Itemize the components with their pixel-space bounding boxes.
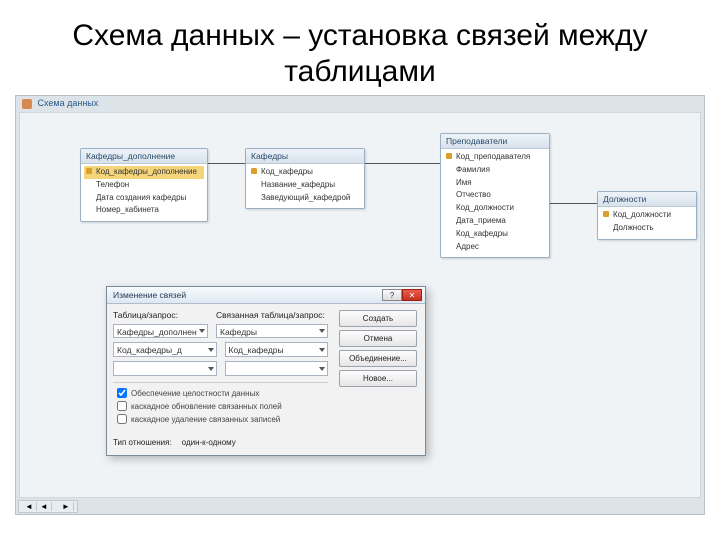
field[interactable]: Дата_приема [444, 215, 546, 228]
field[interactable]: Адрес [444, 241, 546, 254]
dialog-titlebar[interactable]: Изменение связей ? ✕ [107, 287, 425, 304]
field[interactable]: Должность [601, 222, 693, 235]
rel-type-label: Тип отношения: [113, 438, 172, 447]
field-pk[interactable]: Код_должности [601, 209, 693, 222]
field[interactable]: Номер_кабинета [84, 204, 204, 217]
table-title: Должности [598, 192, 696, 207]
relationships-icon [22, 99, 32, 109]
map-empty[interactable]: . [225, 361, 329, 376]
close-button[interactable]: ✕ [402, 289, 422, 301]
workspace-title: Схема данных [22, 98, 98, 109]
map-right-field[interactable]: Код_кафедры [225, 342, 329, 357]
create-button[interactable]: Создать [339, 310, 417, 327]
label-related: Связанная таблица/запрос: [216, 310, 328, 320]
map-empty[interactable]: . [113, 361, 217, 376]
field[interactable]: Заведующий_кафедрой [249, 192, 361, 205]
left-table-combo[interactable]: Кафедры_дополнен [113, 324, 208, 338]
field[interactable]: Имя [444, 177, 546, 190]
chk-cascade-delete[interactable]: каскадное удаление связанных записей [117, 414, 324, 424]
chk-integrity-input[interactable] [117, 388, 127, 398]
table-box[interactable]: Кафедры Код_кафедры Название_кафедры Зав… [245, 148, 365, 209]
table-title: Преподаватели [441, 134, 549, 149]
chk-integrity[interactable]: Обеспечение целостности данных [117, 388, 324, 398]
label-table-query: Таблица/запрос: [113, 310, 208, 320]
field[interactable]: Код_должности [444, 202, 546, 215]
workspace-title-text: Схема данных [38, 98, 99, 108]
chk-cascade-delete-input[interactable] [117, 414, 127, 424]
table-box[interactable]: Преподаватели Код_преподавателя Фамилия … [440, 133, 550, 258]
cancel-button[interactable]: Отмена [339, 330, 417, 347]
help-button[interactable]: ? [382, 289, 402, 301]
record-pager[interactable]: ◄ ◄ ► [18, 500, 78, 513]
join-button[interactable]: Объединение... [339, 350, 417, 367]
table-box[interactable]: Должности Код_должности Должность [597, 191, 697, 240]
chk-integrity-label: Обеспечение целостности данных [131, 389, 259, 398]
table-title: Кафедры_дополнение [81, 149, 207, 164]
new-button[interactable]: Новое... [339, 370, 417, 387]
table-box[interactable]: Кафедры_дополнение Код_кафедры_дополнени… [80, 148, 208, 222]
table-title: Кафедры [246, 149, 364, 164]
right-table-combo[interactable]: Кафедры [216, 324, 328, 338]
rel-type-value: один-к-одному [182, 438, 236, 447]
pager-next-icon[interactable]: ► [59, 502, 74, 511]
field[interactable]: Телефон [84, 179, 204, 192]
pager-prev-icon[interactable]: ◄ [37, 502, 52, 511]
slide-title: Схема данных – установка связей между та… [0, 0, 720, 98]
chk-cascade-delete-label: каскадное удаление связанных записей [131, 415, 280, 424]
relationship-type: Тип отношения: один-к-одному [113, 438, 328, 447]
dialog-title-text: Изменение связей [113, 290, 186, 300]
edit-relationships-dialog: Изменение связей ? ✕ Таблица/запрос: Свя… [106, 286, 426, 456]
field[interactable]: Название_кафедры [249, 179, 361, 192]
relation-line [360, 163, 440, 164]
chk-cascade-update-input[interactable] [117, 401, 127, 411]
field[interactable]: Код_кафедры [444, 228, 546, 241]
field-pk[interactable]: Код_кафедры_дополнение [84, 166, 204, 179]
relationships-workspace: Схема данных Кафедры_дополнение Код_кафе… [15, 95, 705, 515]
field-pk[interactable]: Код_преподавателя [444, 151, 546, 164]
integrity-group: Обеспечение целостности данных каскадное… [113, 382, 328, 432]
chk-cascade-update[interactable]: каскадное обновление связанных полей [117, 401, 324, 411]
field[interactable]: Дата создания кафедры [84, 192, 204, 205]
field[interactable]: Фамилия [444, 164, 546, 177]
field-pk[interactable]: Код_кафедры [249, 166, 361, 179]
map-left-field[interactable]: Код_кафедры_д [113, 342, 217, 357]
field[interactable]: Отчество [444, 189, 546, 202]
chk-cascade-update-label: каскадное обновление связанных полей [131, 402, 282, 411]
pager-first-icon[interactable]: ◄ [22, 502, 37, 511]
